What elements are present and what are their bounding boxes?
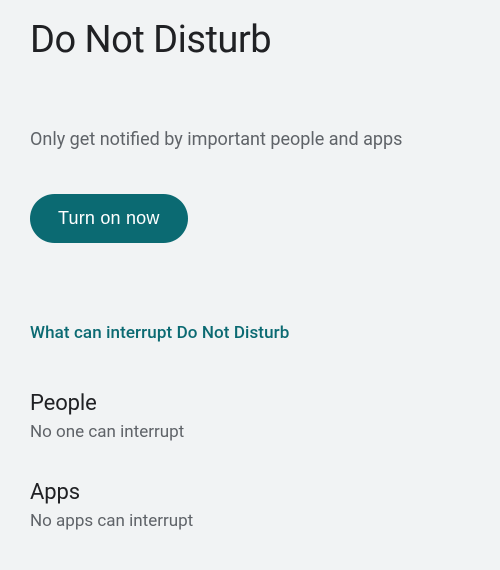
page-subtitle: Only get notified by important people an… xyxy=(30,127,470,152)
apps-setting-summary: No apps can interrupt xyxy=(30,511,470,531)
page-title: Do Not Disturb xyxy=(30,18,470,62)
people-setting-title: People xyxy=(30,391,470,416)
interrupt-section-header: What can interrupt Do Not Disturb xyxy=(30,323,470,343)
apps-setting-row[interactable]: Apps No apps can interrupt xyxy=(30,480,470,531)
apps-setting-title: Apps xyxy=(30,480,470,505)
turn-on-now-button[interactable]: Turn on now xyxy=(30,194,188,243)
people-setting-summary: No one can interrupt xyxy=(30,422,470,442)
people-setting-row[interactable]: People No one can interrupt xyxy=(30,391,470,442)
